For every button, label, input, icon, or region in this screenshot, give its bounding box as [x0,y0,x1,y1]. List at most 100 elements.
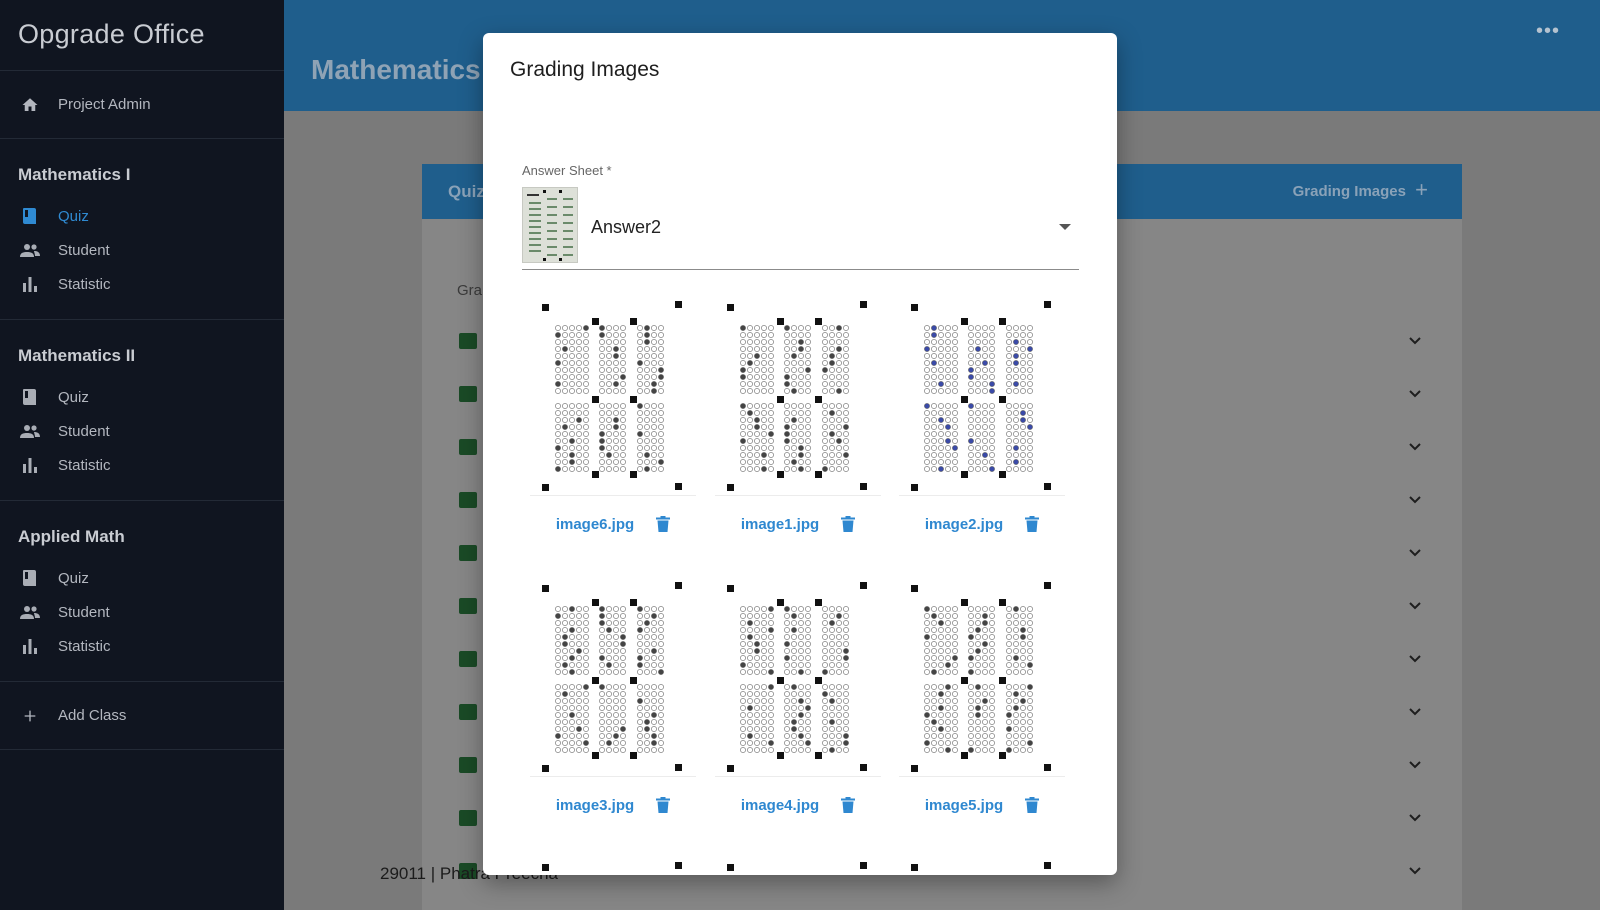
sidebar-item-student[interactable]: Student [0,414,284,448]
sidebar-item-label: Statistic [58,275,111,293]
home-icon [20,95,40,115]
book-icon [20,568,40,588]
image-filename-link[interactable]: image6.jpg [556,516,634,533]
chevron-down-icon[interactable] [1408,758,1422,772]
sidebar-item-label: Quiz [58,569,89,587]
image-tile-footer: image2.jpg [899,496,1065,552]
chevron-down-icon[interactable] [1408,334,1422,348]
chevron-down-icon[interactable] [1408,440,1422,454]
chevron-down-icon[interactable] [1408,546,1422,560]
sidebar-item-label: Student [58,422,110,440]
sidebar-item-quiz[interactable]: Quiz [0,561,284,595]
bar-chart-icon [20,274,40,294]
people-icon [20,240,40,260]
image-filename-link[interactable]: image5.jpg [925,797,1003,814]
image-tile: image3.jpg [530,577,696,833]
sidebar-section-title: Applied Math [18,527,125,546]
answer-sheet-select[interactable]: Answer2 [522,187,1079,270]
grading-images-button[interactable]: Grading Images [1293,183,1406,200]
student-icon [459,545,477,561]
trash-icon[interactable] [841,516,856,532]
app-title: Opgrade Office [0,0,284,71]
tab-quiz[interactable]: Quiz [448,182,485,202]
image-tile-footer: image4.jpg [715,777,881,833]
trash-icon[interactable] [1025,797,1040,813]
image-filename-link[interactable]: image1.jpg [741,516,819,533]
image-filename-link[interactable]: image3.jpg [556,797,634,814]
student-icon [459,333,477,349]
trash-icon[interactable] [656,797,671,813]
sidebar-item-statistic[interactable]: Statistic [0,448,284,482]
people-icon [20,421,40,441]
chevron-down-icon[interactable] [1408,493,1422,507]
sidebar-section: Mathematics I Quiz Student Statistic [0,139,284,320]
bar-chart-icon [20,636,40,656]
answer-sheet-image[interactable] [530,858,696,875]
student-icon [459,439,477,455]
student-icon [459,651,477,667]
image-tile-footer: image6.jpg [530,496,696,552]
answer-sheet-thumbnail [522,187,578,263]
trash-icon[interactable] [841,797,856,813]
sidebar-item-statistic[interactable]: Statistic [0,629,284,663]
answer-sheet-image[interactable] [899,577,1065,777]
image-tile: image1.jpg [715,296,881,552]
answer-sheet-label: Answer Sheet * [522,163,612,178]
plus-icon [20,706,40,726]
chevron-down-icon[interactable] [1408,864,1422,878]
image-tile: image5.jpg [899,577,1065,833]
book-icon [20,387,40,407]
sidebar-item-student[interactable]: Student [0,595,284,629]
sidebar-item-label: Student [58,241,110,259]
sidebar-section: Applied Math Quiz Student Statistic [0,501,284,682]
image-filename-link[interactable]: image2.jpg [925,516,1003,533]
sidebar-item-project-admin[interactable]: Project Admin [0,71,284,139]
sidebar-item-statistic[interactable]: Statistic [0,267,284,301]
answer-sheet-image[interactable] [530,296,696,496]
plus-icon[interactable]: + [1415,177,1428,203]
sidebar-item-student[interactable]: Student [0,233,284,267]
answer-sheet-image[interactable] [715,296,881,496]
chevron-down-icon[interactable] [1408,599,1422,613]
add-class-label: Add Class [58,707,127,724]
trash-icon[interactable] [1025,516,1040,532]
student-icon [459,386,477,402]
image-tile: image6.jpg [530,296,696,552]
trash-icon[interactable] [656,516,671,532]
answer-sheet-image[interactable] [715,577,881,777]
student-icon [459,492,477,508]
answer-sheet-image[interactable] [899,858,1065,875]
add-class-button[interactable]: Add Class [0,682,284,750]
chevron-down-icon[interactable] [1408,811,1422,825]
image-tile-footer: image1.jpg [715,496,881,552]
chevron-down-icon[interactable] [1408,387,1422,401]
image-filename-link[interactable]: image4.jpg [741,797,819,814]
sidebar-item-quiz[interactable]: Quiz [0,199,284,233]
grading-images-dialog: Grading Images Answer Sheet * Answer2 im… [483,33,1117,875]
answer-sheet-value: Answer2 [591,217,662,237]
image-tile-footer: image3.jpg [530,777,696,833]
answer-sheet-image[interactable] [530,577,696,777]
sidebar-item-label: Quiz [58,388,89,406]
chevron-down-icon[interactable] [1408,705,1422,719]
sidebar-item-label: Student [58,603,110,621]
bar-chart-icon [20,455,40,475]
student-icon [459,757,477,773]
image-tile-footer: image5.jpg [899,777,1065,833]
student-icon [459,810,477,826]
more-icon[interactable]: ••• [1536,20,1560,43]
chevron-down-icon [1059,224,1071,230]
list-header: Gra [457,282,483,299]
chevron-down-icon[interactable] [1408,652,1422,666]
student-icon [459,704,477,720]
student-icon [459,598,477,614]
people-icon [20,602,40,622]
sidebar-item-label: Statistic [58,637,111,655]
sidebar-item-label: Project Admin [58,96,151,113]
page-title: Mathematics [311,54,481,85]
sidebar-item-quiz[interactable]: Quiz [0,380,284,414]
sidebar: Opgrade Office Project Admin Mathematics… [0,0,284,910]
answer-sheet-image[interactable] [715,858,881,875]
dialog-title: Grading Images [510,58,660,81]
answer-sheet-image[interactable] [899,296,1065,496]
